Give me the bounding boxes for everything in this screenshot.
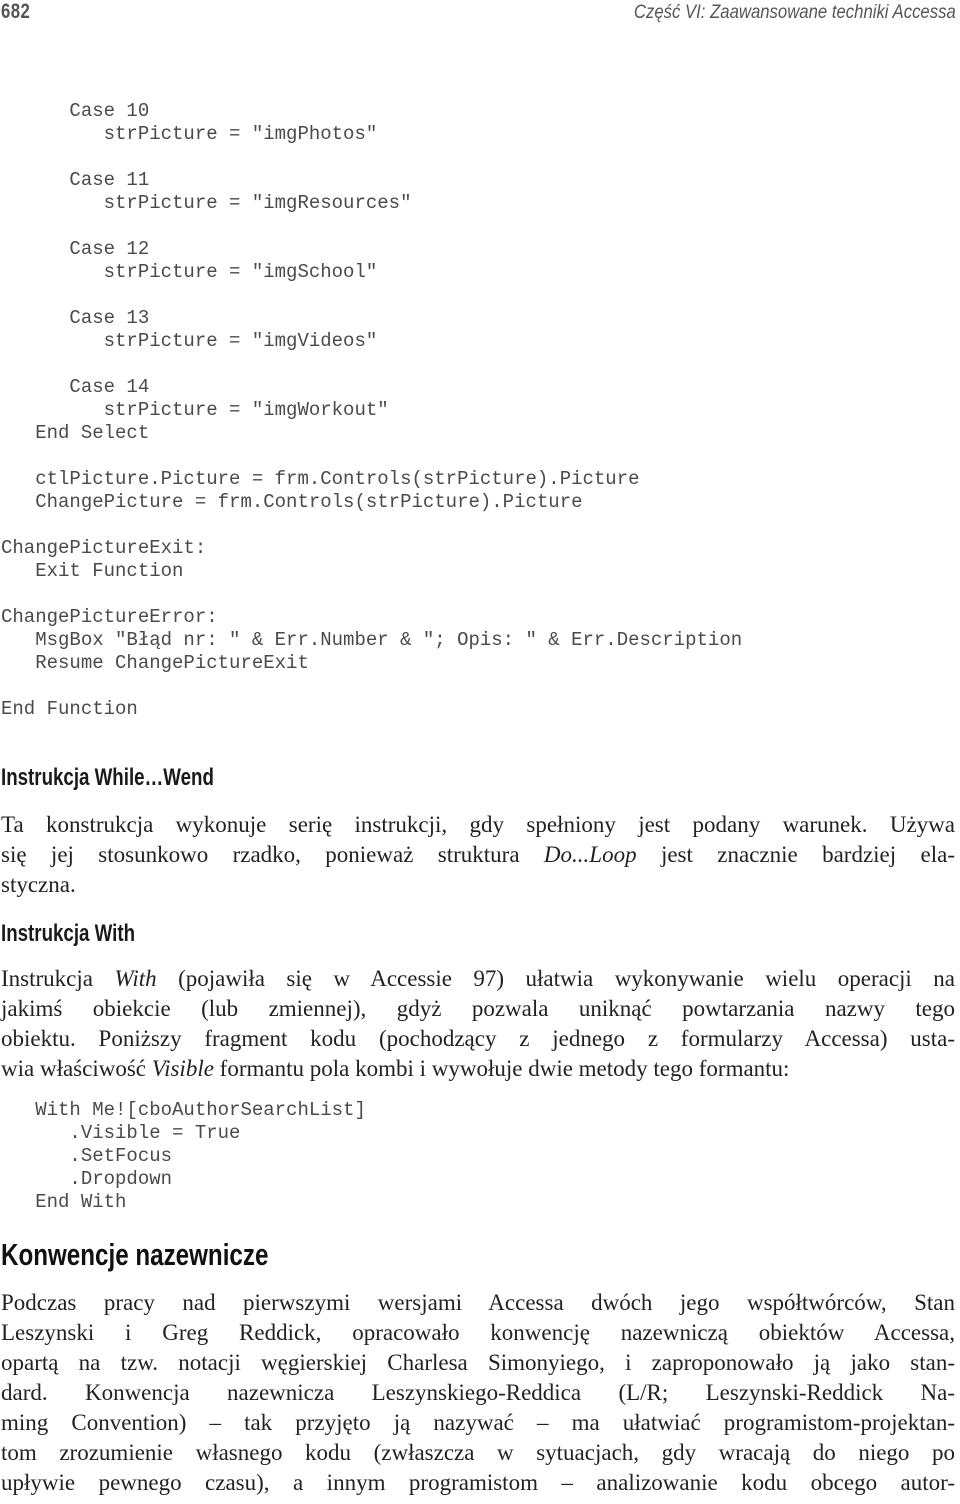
code-line: strPicture = "imgWorkout" — [1, 399, 389, 421]
code-line: Resume ChangePictureExit — [1, 652, 309, 674]
code-line: Case 13 — [1, 307, 150, 329]
text-line: Instrukcja With (pojawiła się w Accessie… — [1, 964, 955, 994]
code-line: strPicture = "imgResources" — [1, 192, 412, 214]
text-line: Ta konstrukcja wykonuje serię instrukcji… — [1, 812, 955, 837]
paragraph-while-wend: Ta konstrukcja wykonuje serię instrukcji… — [1, 810, 955, 900]
code-line: Exit Function — [1, 560, 184, 582]
text-line: jakimś obiekcie (lub zmiennej), gdyż poz… — [1, 996, 955, 1021]
code-block-with: With Me![cboAuthorSearchList] .Visible =… — [1, 1099, 366, 1214]
text-line: się jej stosunkowo rzadko, ponieważ stru… — [1, 840, 955, 870]
code-line: strPicture = "imgVideos" — [1, 330, 378, 352]
code-line: ChangePicture = frm.Controls(strPicture)… — [1, 491, 583, 513]
text-line: ming Convention) – tak przyjęto ją nazyw… — [1, 1410, 955, 1435]
code-line: ctlPicture.Picture = frm.Controls(strPic… — [1, 468, 640, 490]
text-line: Podczas pracy nad pierwszymi wersjami Ac… — [1, 1290, 955, 1315]
code-line: End Function — [1, 698, 138, 720]
text-line: wia właściwość Visible formantu pola kom… — [1, 1054, 955, 1084]
code-block-select-case: Case 10 strPicture = "imgPhotos" Case 11… — [1, 100, 742, 721]
code-line: Case 14 — [1, 376, 150, 398]
code-line: With Me![cboAuthorSearchList] — [1, 1099, 366, 1121]
text-line: tom zrozumienie własnego kodu (zwłaszcza… — [1, 1440, 955, 1465]
code-line: ChangePictureExit: — [1, 537, 207, 559]
page-number: 682 — [1, 0, 31, 23]
code-line: Case 12 — [1, 238, 150, 260]
heading-while-wend: Instrukcja While…Wend — [1, 764, 214, 791]
heading-naming-conventions: Konwencje nazewnicze — [1, 1237, 269, 1272]
code-line: .Dropdown — [1, 1168, 173, 1190]
text-span: jest znacznie bardziej ela- — [636, 842, 955, 867]
code-line: Case 10 — [1, 100, 150, 122]
text-line: Leszynski i Greg Reddick, opracowało kon… — [1, 1320, 955, 1345]
text-span: (pojawiła się w Accessie 97) ułatwia wyk… — [156, 966, 955, 991]
code-line: End Select — [1, 422, 150, 444]
code-line: ChangePictureError: — [1, 606, 218, 628]
text-span: formantu pola kombi i wywołuje dwie meto… — [213, 1056, 790, 1081]
text-line: upływie pewnego czasu), a innym programi… — [1, 1470, 955, 1495]
text-line: dard. Konwencja nazewnicza Leszynskiego-… — [1, 1380, 955, 1405]
italic-term-visible: Visible — [151, 1056, 214, 1081]
text-line: obiektu. Poniższy fragment kodu (pochodz… — [1, 1026, 955, 1051]
code-line: strPicture = "imgSchool" — [1, 261, 378, 283]
text-span: się jej stosunkowo rzadko, ponieważ stru… — [1, 842, 544, 867]
text-span: wia właściwość — [1, 1056, 152, 1081]
paragraph-with: Instrukcja With (pojawiła się w Accessie… — [1, 964, 955, 1084]
code-line: strPicture = "imgPhotos" — [1, 123, 378, 145]
code-line: .Visible = True — [1, 1122, 241, 1144]
code-line: MsgBox "Błąd nr: " & Err.Number & "; Opi… — [1, 629, 743, 651]
text-span: Instrukcja — [1, 966, 115, 991]
code-line: End With — [1, 1191, 127, 1213]
text-line: styczna. — [1, 872, 76, 897]
text-line: opartą na tzw. notacji węgierskiej Charl… — [1, 1350, 955, 1375]
running-title: Część VI: Zaawansowane techniki Accessa — [634, 2, 956, 23]
heading-with: Instrukcja With — [1, 920, 136, 947]
code-line: .SetFocus — [1, 1145, 173, 1167]
italic-term-with: With — [114, 966, 157, 991]
paragraph-naming-conventions: Podczas pracy nad pierwszymi wersjami Ac… — [1, 1288, 955, 1498]
code-line: Case 11 — [1, 169, 150, 191]
page-header: 682 Część VI: Zaawansowane techniki Acce… — [0, 0, 960, 30]
italic-term-do-loop: Do...Loop — [543, 842, 637, 867]
